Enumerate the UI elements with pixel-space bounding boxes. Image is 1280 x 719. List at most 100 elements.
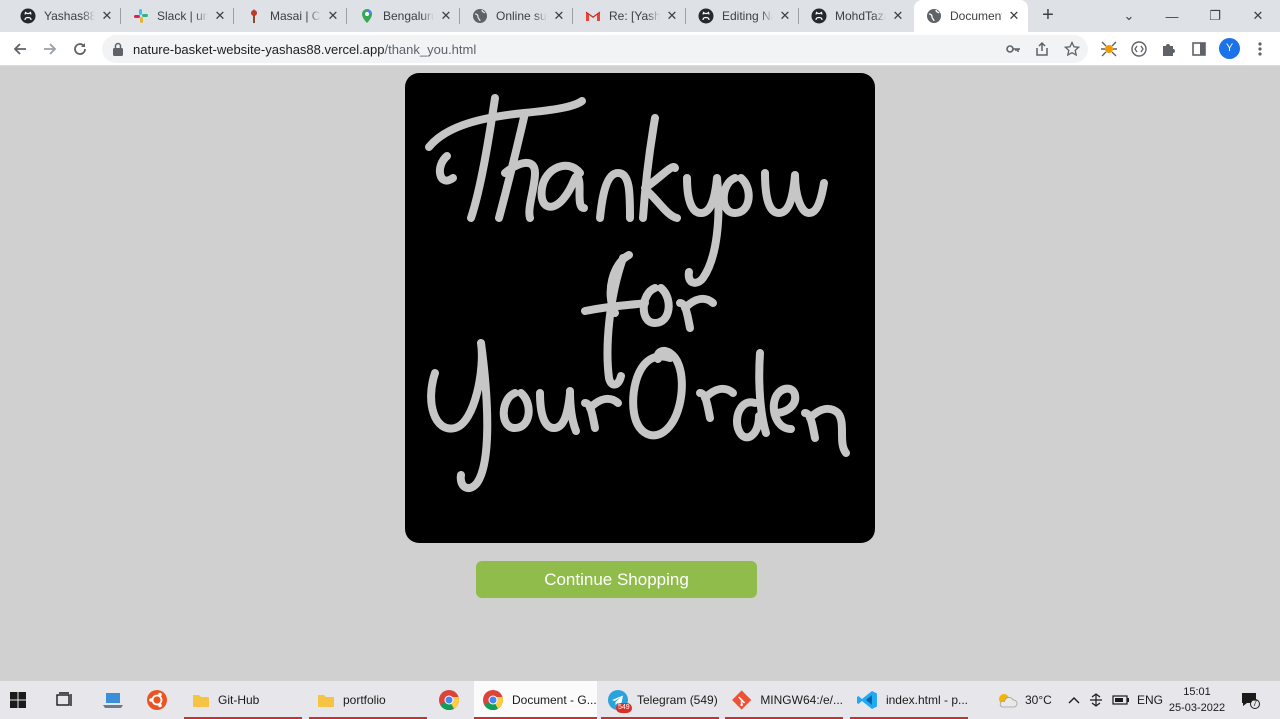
address-bar[interactable]: nature-basket-website-yashas88.vercel.ap… (102, 35, 1088, 63)
tab-editing[interactable]: Editing Na ✕ (686, 0, 799, 32)
tab-title: Re: [Yashas (609, 9, 660, 23)
taskbar-app-portfolio[interactable]: portfolio (309, 681, 427, 719)
taskbar-app-vscode[interactable]: index.html - p... (850, 681, 968, 719)
url-text: nature-basket-website-yashas88.vercel.ap… (133, 42, 476, 57)
close-icon[interactable]: ✕ (438, 8, 454, 24)
close-icon[interactable]: ✕ (1006, 8, 1022, 24)
battery-icon[interactable] (1112, 681, 1130, 719)
taskbar-app-chrome[interactable] (438, 681, 464, 719)
tab-search-icon[interactable]: ⌄ (1109, 0, 1149, 32)
new-tab-button[interactable]: + (1036, 4, 1060, 28)
github-icon (20, 8, 36, 24)
share-icon[interactable] (1031, 38, 1053, 60)
taskbar-app-document-chrome[interactable]: Document - G... (474, 681, 597, 719)
back-button[interactable] (7, 36, 33, 62)
tab-bengaluru[interactable]: Bengaluru ✕ (347, 0, 460, 32)
tab-yashas88[interactable]: Yashas88/ ✕ (8, 0, 121, 32)
close-icon[interactable]: ✕ (551, 8, 567, 24)
taskbar-app-label: index.html - p... (885, 693, 968, 707)
close-icon[interactable]: ✕ (890, 8, 906, 24)
language-indicator[interactable]: ENG (1137, 681, 1163, 719)
folder-icon (193, 695, 209, 707)
tab-title: Bengaluru (383, 9, 434, 23)
thank-you-image (405, 73, 875, 543)
close-icon[interactable]: ✕ (777, 8, 793, 24)
notification-count: 7 (1252, 699, 1258, 708)
weather-widget[interactable]: 30°C (996, 681, 1052, 719)
key-icon[interactable] (1002, 38, 1024, 60)
github-icon (698, 8, 714, 24)
windows-logo-icon (10, 692, 26, 708)
weather-sun-cloud-icon (999, 694, 1018, 708)
tab-mohdtaza[interactable]: MohdTaza ✕ (799, 0, 912, 32)
chevron-up-icon (1068, 697, 1080, 704)
taskbar-app-label: Git-Hub (218, 693, 260, 707)
kebab-menu-icon[interactable] (1249, 38, 1271, 60)
tab-masai[interactable]: Masai | Co ✕ (234, 0, 347, 32)
telegram-unread-badge: 549 (616, 703, 632, 713)
tab-title: Slack | unit (157, 9, 208, 23)
arrow-left-icon (13, 43, 26, 55)
profile-avatar[interactable]: Y (1219, 38, 1240, 59)
git-icon (732, 690, 752, 710)
bookmark-star-icon[interactable] (1061, 38, 1083, 60)
reload-button[interactable] (67, 36, 93, 62)
folder-icon (318, 695, 334, 707)
restore-button[interactable]: ❐ (1195, 0, 1235, 32)
chrome-icon (439, 690, 459, 711)
taskbar-app-label: portfolio (343, 693, 386, 707)
url-path: /thank_you.html (384, 42, 477, 57)
tab-document[interactable]: Document ✕ (914, 0, 1028, 32)
vscode-icon (856, 691, 877, 709)
taskbar-laptop-app[interactable] (102, 681, 130, 719)
lock-icon (113, 42, 123, 56)
chrome-icon (483, 690, 503, 711)
tab-online-sup[interactable]: Online sup ✕ (460, 0, 573, 32)
taskbar-app-git-hub[interactable]: Git-Hub (184, 681, 302, 719)
task-view-button[interactable] (56, 681, 82, 719)
globe-icon (926, 8, 942, 24)
network-icon[interactable] (1088, 681, 1104, 719)
close-icon[interactable]: ✕ (99, 8, 115, 24)
weather-temp: 30°C (1025, 693, 1052, 707)
thankyou-lettering (425, 94, 850, 492)
puzzle-icon[interactable] (1158, 38, 1180, 60)
laptop-icon (103, 693, 123, 708)
side-panel-icon[interactable] (1188, 38, 1210, 60)
taskbar-app-label: Telegram (549) (637, 693, 718, 707)
forward-button[interactable] (37, 36, 63, 62)
system-clock[interactable]: 15:01 25-03-2022 (1166, 684, 1228, 716)
taskbar-app-label: Document - G... (512, 693, 597, 707)
ubuntu-icon (147, 690, 167, 710)
extension-bug-icon[interactable] (1098, 38, 1120, 60)
notification-center-button[interactable]: 7 (1240, 681, 1260, 719)
start-button[interactable] (10, 681, 36, 719)
taskbar-ubuntu-app[interactable] (146, 681, 172, 719)
close-icon[interactable]: ✕ (325, 8, 341, 24)
tab-title: Online sup (496, 9, 547, 23)
maps-pin-icon (359, 8, 375, 24)
globe-icon (472, 8, 488, 24)
close-window-button[interactable]: ✕ (1238, 0, 1278, 32)
gmail-icon (585, 8, 601, 24)
slack-icon (133, 8, 149, 24)
tab-title: Yashas88/ (44, 9, 95, 23)
masai-icon (246, 8, 262, 24)
tab-gmail[interactable]: Re: [Yashas ✕ (573, 0, 686, 32)
extension-circle-icon[interactable] (1128, 38, 1150, 60)
arrow-right-icon (44, 43, 57, 55)
continue-shopping-button[interactable]: Continue Shopping (476, 561, 757, 598)
show-hidden-icons-button[interactable] (1068, 681, 1080, 719)
browser-toolbar: nature-basket-website-yashas88.vercel.ap… (0, 32, 1280, 66)
taskbar-app-telegram[interactable]: Telegram (549) (601, 681, 719, 719)
taskbar-app-mingw64[interactable]: MINGW64:/e/... (725, 681, 843, 719)
close-icon[interactable]: ✕ (212, 8, 228, 24)
clock-date: 25-03-2022 (1168, 702, 1226, 714)
windows-taskbar: Git-Hub portfolio Document - G... Telegr… (0, 681, 1280, 719)
taskbar-app-label: MINGW64:/e/... (760, 693, 843, 707)
minimize-button[interactable]: — (1152, 0, 1192, 32)
close-icon[interactable]: ✕ (664, 8, 680, 24)
clock-time: 15:01 (1183, 686, 1211, 698)
tab-slack[interactable]: Slack | unit ✕ (121, 0, 234, 32)
tab-title: Editing Na (722, 9, 773, 23)
